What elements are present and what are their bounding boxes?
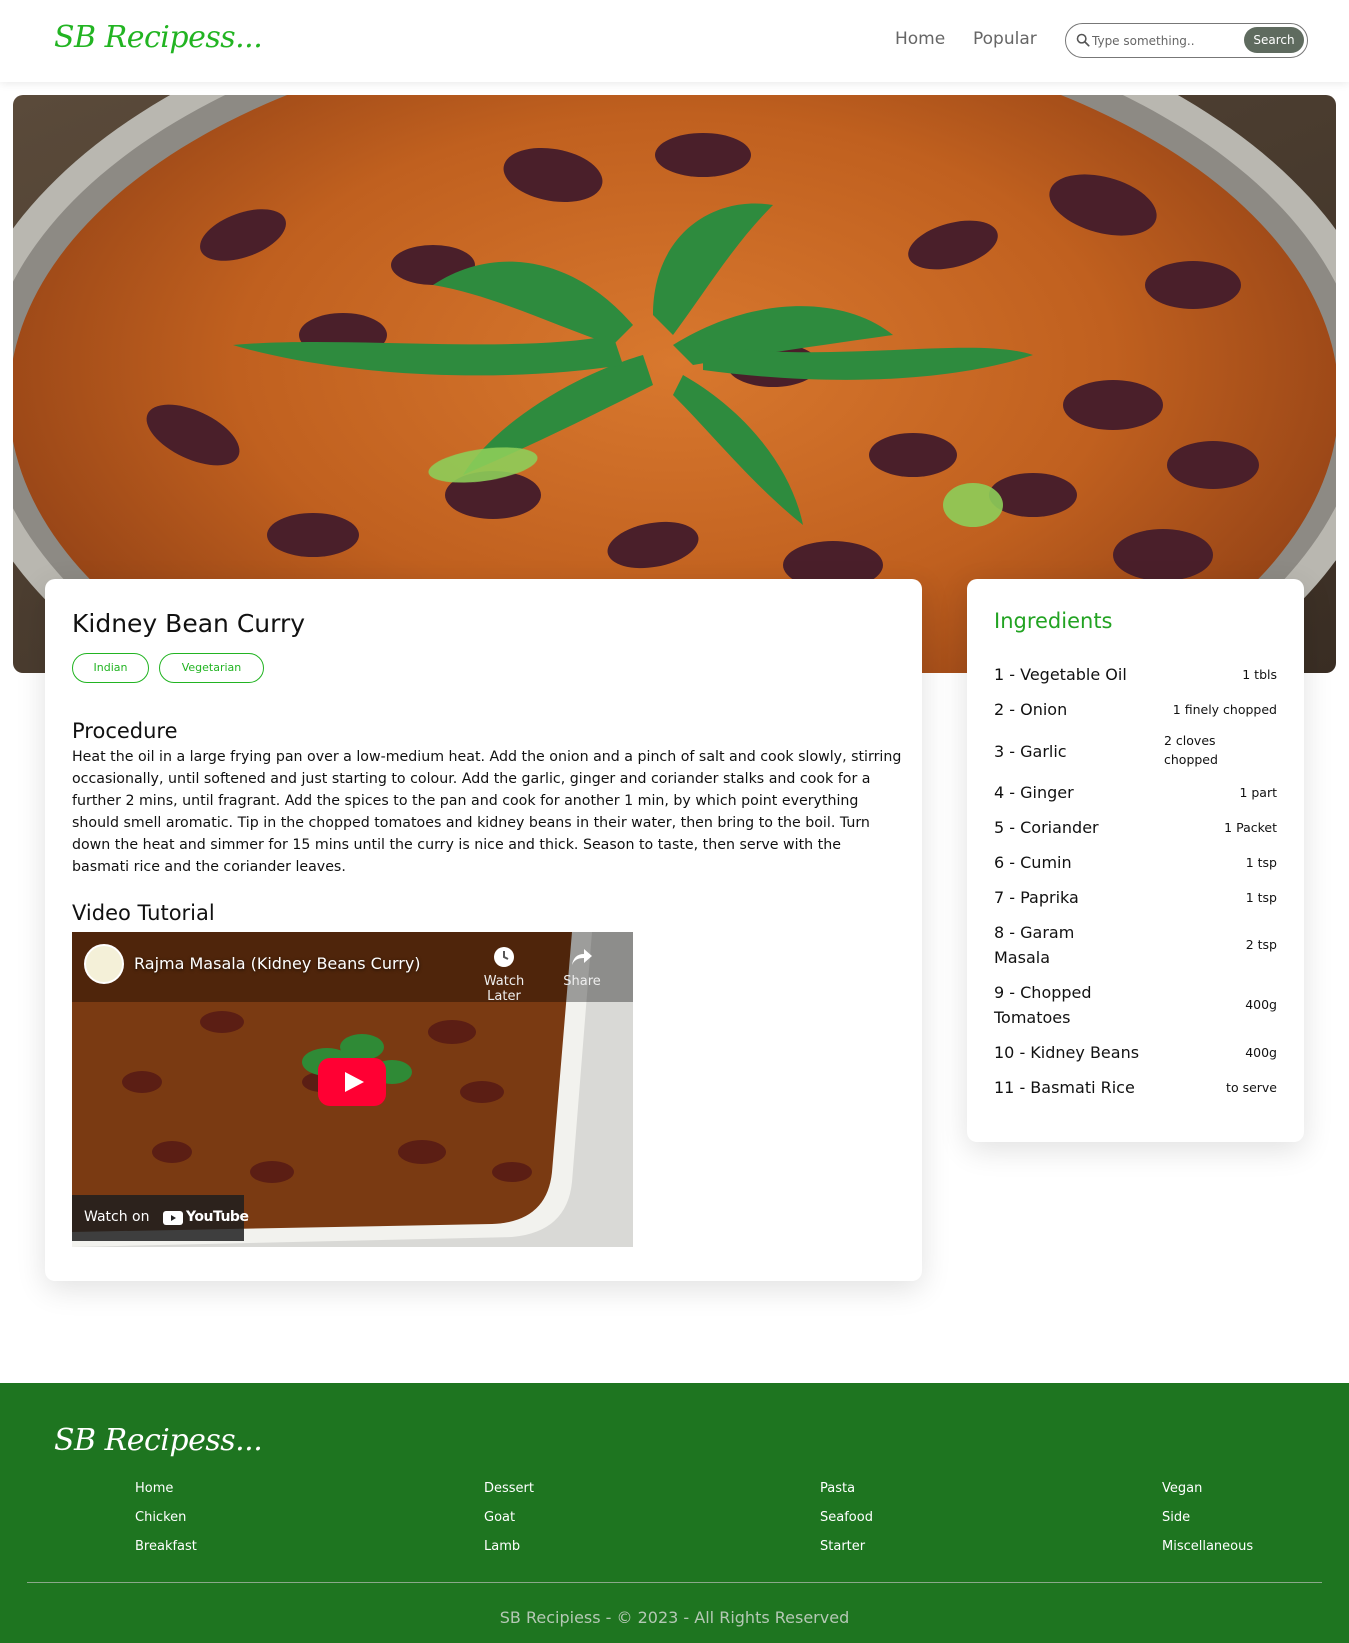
ingredient-qty: 1 finely chopped — [1172, 702, 1277, 717]
ingredient-name: 6 - Cumin — [994, 853, 1072, 872]
ingredient-name: 2 - Onion — [994, 700, 1068, 719]
video-title[interactable]: Rajma Masala (Kidney Beans Curry) — [134, 954, 421, 973]
ingredient-qty: 1 tsp — [1245, 855, 1277, 870]
video-player[interactable]: Rajma Masala (Kidney Beans Curry) Watch … — [72, 932, 633, 1247]
ingredient-item: 1 - Vegetable Oil 1 tbls — [994, 662, 1277, 687]
footer-link-dessert[interactable]: Dessert — [484, 1481, 534, 1496]
ingredient-qty: 1 tbls — [1242, 667, 1277, 682]
video-heading: Video Tutorial — [72, 901, 215, 925]
clock-icon — [494, 947, 514, 967]
ingredient-item: 10 - Kidney Beans 400g — [994, 1040, 1277, 1065]
ingredient-qty: 2 tsp — [1245, 937, 1277, 952]
watch-later-label: Watch Later — [483, 974, 525, 1004]
footer-link-miscellaneous[interactable]: Miscellaneous — [1162, 1539, 1253, 1554]
footer-link-breakfast[interactable]: Breakfast — [135, 1539, 197, 1554]
ingredient-name: 5 - Coriander — [994, 818, 1099, 837]
ingredient-name: 3 - Garlic — [994, 742, 1067, 761]
ingredient-qty: 1 Packet — [1224, 820, 1277, 835]
share-button[interactable]: Share — [559, 949, 605, 989]
tag-indian[interactable]: Indian — [72, 653, 149, 683]
ingredient-item: 7 - Paprika 1 tsp — [994, 885, 1277, 910]
ingredient-item: 5 - Coriander 1 Packet — [994, 815, 1277, 840]
ingredients-title: Ingredients — [994, 609, 1113, 633]
ingredient-item: 4 - Ginger 1 part — [994, 780, 1277, 805]
copyright-text: SB Recipiess - © 2023 - All Rights Reser… — [499, 1608, 850, 1627]
ingredient-name: 8 - Garam Masala — [994, 923, 1075, 967]
recipe-card: Kidney Bean Curry Indian Vegetarian Proc… — [45, 579, 922, 1281]
footer-link-starter[interactable]: Starter — [820, 1539, 865, 1554]
youtube-brand: YouTube — [186, 1209, 249, 1225]
channel-avatar[interactable] — [84, 944, 124, 984]
footer: SB Recipess... Home Chicken Breakfast De… — [0, 1383, 1349, 1643]
play-icon[interactable] — [318, 1058, 386, 1106]
ingredient-name: 10 - Kidney Beans — [994, 1043, 1140, 1062]
footer-link-seafood[interactable]: Seafood — [820, 1510, 873, 1525]
footer-divider — [27, 1582, 1322, 1583]
footer-link-side[interactable]: Side — [1162, 1510, 1190, 1525]
search-button[interactable]: Search — [1244, 27, 1304, 53]
footer-link-goat[interactable]: Goat — [484, 1510, 515, 1525]
brand-logo[interactable]: SB Recipess... — [54, 20, 263, 55]
search-icon — [1076, 33, 1090, 47]
search-input[interactable] — [1092, 30, 1242, 52]
nav-popular-link[interactable]: Popular — [973, 29, 1037, 49]
footer-link-vegan[interactable]: Vegan — [1162, 1481, 1202, 1496]
ingredient-qty: 2 cloves chopped — [1164, 733, 1218, 767]
ingredient-item: 8 - Garam Masala 2 tsp — [994, 920, 1277, 970]
recipe-title: Kidney Bean Curry — [72, 609, 306, 638]
youtube-icon — [163, 1211, 183, 1225]
ingredient-name: 11 - Basmati Rice — [994, 1078, 1135, 1097]
ingredient-name: 4 - Ginger — [994, 783, 1074, 802]
nav-home-link[interactable]: Home — [895, 29, 945, 49]
search-form: Search — [1065, 23, 1308, 58]
ingredient-name: 1 - Vegetable Oil — [994, 665, 1127, 684]
tag-vegetarian[interactable]: Vegetarian — [159, 653, 264, 683]
footer-logo[interactable]: SB Recipess... — [54, 1423, 263, 1458]
procedure-text: Heat the oil in a large frying pan over … — [72, 749, 902, 875]
watch-on-label: Watch on — [84, 1209, 150, 1225]
ingredient-qty: 1 tsp — [1245, 890, 1277, 905]
footer-link-home[interactable]: Home — [135, 1481, 173, 1496]
ingredient-item: 3 - Garlic 2 cloves chopped — [994, 731, 1277, 771]
watch-on-youtube-button[interactable]: Watch on YouTube — [72, 1195, 249, 1241]
ingredient-item: 2 - Onion 1 finely chopped — [994, 697, 1277, 722]
navbar: SB Recipess... Home Popular Search — [0, 0, 1349, 82]
ingredient-name: 9 - Chopped Tomatoes — [994, 983, 1092, 1027]
ingredient-item: 11 - Basmati Rice to serve — [994, 1075, 1277, 1100]
ingredient-item: 6 - Cumin 1 tsp — [994, 850, 1277, 875]
share-icon — [572, 949, 592, 965]
ingredient-qty: 400g — [1245, 997, 1277, 1012]
footer-link-pasta[interactable]: Pasta — [820, 1481, 855, 1496]
share-label: Share — [563, 974, 601, 989]
ingredient-item: 9 - Chopped Tomatoes 400g — [994, 980, 1277, 1030]
ingredients-card: Ingredients 1 - Vegetable Oil 1 tbls 2 -… — [967, 579, 1304, 1142]
footer-link-chicken[interactable]: Chicken — [135, 1510, 186, 1525]
watch-later-button[interactable]: Watch Later — [468, 947, 540, 1004]
ingredient-qty: 1 part — [1239, 785, 1277, 800]
footer-link-lamb[interactable]: Lamb — [484, 1539, 520, 1554]
ingredient-name: 7 - Paprika — [994, 888, 1079, 907]
procedure-heading: Procedure — [72, 719, 178, 743]
ingredient-qty: to serve — [1226, 1080, 1277, 1095]
ingredient-qty: 400g — [1245, 1045, 1277, 1060]
